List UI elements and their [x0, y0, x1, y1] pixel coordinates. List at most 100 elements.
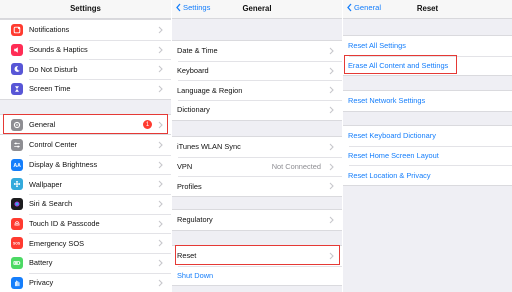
settings-item-label: Notifications — [29, 25, 70, 35]
shut-down-label: Shut Down — [177, 271, 214, 281]
reset-home-screen-layout-button[interactable]: Reset Home Screen Layout — [343, 145, 512, 166]
general-pane: Settings General Date & Time Keyboard Lang… — [172, 0, 342, 292]
chevron-right-icon — [158, 259, 163, 267]
settings-item-label: Do Not Disturb — [29, 64, 78, 74]
svg-text:SOS: SOS — [13, 242, 21, 246]
general-item[interactable]: Profiles — [172, 176, 342, 196]
reset-item-label: Reset All Settings — [348, 41, 406, 51]
general-item[interactable]: Keyboard — [172, 60, 342, 81]
settings-item[interactable]: Do Not Disturb — [0, 59, 171, 79]
notifications-icon — [11, 23, 23, 36]
chevron-right-icon — [329, 86, 334, 94]
general-item-label: Dictionary — [177, 105, 210, 115]
battery-icon — [11, 256, 23, 269]
hand-icon — [11, 276, 23, 289]
speaker-icon — [11, 43, 23, 56]
erase-highlight — [344, 55, 457, 74]
settings-item-label: Siri & Search — [29, 199, 73, 209]
chevron-right-icon — [329, 106, 334, 114]
settings-item-label: Display & Brightness — [29, 160, 98, 170]
general-item-regulatory[interactable]: Regulatory — [172, 210, 342, 230]
reset-group-2: Reset Network Settings — [343, 90, 512, 112]
chevron-right-icon — [158, 65, 163, 73]
settings-navbar: Settings — [0, 0, 171, 19]
settings-item[interactable]: Notifications — [0, 20, 171, 40]
chevron-right-icon — [158, 46, 163, 53]
general-item-label: Regulatory — [177, 215, 213, 225]
settings-item[interactable]: Control Center — [0, 135, 171, 155]
shut-down-button[interactable]: Shut Down — [172, 265, 342, 286]
reset-item-label: Reset Location & Privacy — [348, 170, 431, 180]
chevron-right-icon — [329, 216, 334, 224]
settings-item[interactable]: Siri & Search — [0, 194, 171, 214]
chevron-right-icon — [158, 26, 163, 34]
reset-keyboard-dictionary-button[interactable]: Reset Keyboard Dictionary — [343, 126, 512, 146]
settings-item[interactable]: AA Display & Brightness — [0, 154, 171, 175]
settings-item-label: Control Center — [29, 140, 78, 150]
settings-item-label: Sounds & Haptics — [29, 45, 88, 55]
general-group-1: Date & Time Keyboard Language & Region Dict… — [172, 40, 342, 121]
settings-item[interactable]: Screen Time — [0, 79, 171, 99]
chevron-right-icon — [158, 279, 163, 287]
general-group-2: iTunes WLAN Sync VPN Not Connected Profiles — [172, 136, 342, 198]
settings-item[interactable]: Privacy — [0, 272, 171, 292]
chevron-right-icon — [158, 239, 163, 247]
general-item-label: VPN — [177, 162, 193, 172]
flower-icon — [11, 178, 23, 191]
settings-item-label: Emergency SOS — [29, 238, 85, 248]
settings-item-label: Screen Time — [29, 84, 71, 94]
general-item-label: Date & Time — [177, 46, 218, 56]
chevron-right-icon — [158, 220, 163, 227]
general-navbar: Settings General — [172, 0, 342, 19]
status-value: Not Connected — [271, 162, 321, 172]
fingerprint-icon — [11, 217, 23, 230]
reset-item-label: Reset Keyboard Dictionary — [348, 131, 436, 141]
settings-group-1: Notifications Sounds & Haptics Do Not Dist… — [0, 19, 171, 100]
settings-item[interactable]: Battery — [0, 253, 171, 273]
settings-item[interactable]: Touch ID & Passcode — [0, 213, 171, 234]
settings-item[interactable]: Sounds & Haptics — [0, 39, 171, 60]
sliders-icon — [11, 138, 23, 151]
sos-icon: SOS — [11, 237, 23, 250]
settings-item[interactable]: SOS Emergency SOS — [0, 233, 171, 253]
reset-network-settings-button[interactable]: Reset Network Settings — [343, 91, 512, 111]
chevron-right-icon — [158, 180, 163, 188]
svg-text:AA: AA — [13, 163, 21, 169]
settings-item-label: Touch ID & Passcode — [29, 219, 100, 229]
reset-pane: General Reset Reset All Settings Erase A… — [343, 0, 512, 292]
chevron-right-icon — [329, 182, 334, 190]
general-item-label: Language & Region — [177, 85, 243, 95]
general-item[interactable]: Date & Time — [172, 41, 342, 61]
chevron-right-icon — [329, 47, 334, 55]
page-title: Reset — [416, 4, 439, 13]
reset-highlight — [175, 245, 340, 265]
chevron-right-icon — [158, 141, 163, 149]
general-group-3: Regulatory — [172, 209, 342, 231]
settings-item-label: Privacy — [29, 278, 54, 288]
general-item[interactable]: iTunes WLAN Sync — [172, 137, 342, 157]
general-item-label: iTunes WLAN Sync — [177, 142, 241, 152]
reset-location-privacy-button[interactable]: Reset Location & Privacy — [343, 165, 512, 185]
settings-pane: Settings Notifications Sounds & Haptics Do… — [0, 0, 171, 292]
hourglass-icon — [11, 82, 23, 95]
chevron-right-icon — [329, 143, 334, 151]
chevron-right-icon — [329, 163, 334, 170]
reset-all-settings-button[interactable]: Reset All Settings — [343, 36, 512, 56]
general-item[interactable]: Dictionary — [172, 100, 342, 120]
reset-group-3: Reset Keyboard Dictionary Reset Home Scr… — [343, 125, 512, 187]
settings-item[interactable]: Wallpaper — [0, 174, 171, 194]
general-item[interactable]: Language & Region — [172, 80, 342, 100]
settings-item-label: Battery — [29, 258, 53, 268]
page-title: Settings — [70, 4, 101, 13]
general-item-label: Keyboard — [177, 66, 209, 76]
settings-group-2: Control Center AA Display & Brightness Wall… — [0, 134, 171, 292]
general-item-label: Profiles — [177, 181, 202, 191]
moon-icon — [11, 63, 23, 76]
text-size-icon: AA — [11, 158, 23, 171]
chevron-right-icon — [158, 85, 163, 93]
general-item[interactable]: VPN Not Connected — [172, 156, 342, 177]
reset-item-label: Reset Home Screen Layout — [348, 151, 439, 161]
chevron-right-icon — [158, 161, 163, 168]
siri-icon — [11, 197, 23, 210]
reset-navbar: General Reset — [343, 0, 512, 19]
